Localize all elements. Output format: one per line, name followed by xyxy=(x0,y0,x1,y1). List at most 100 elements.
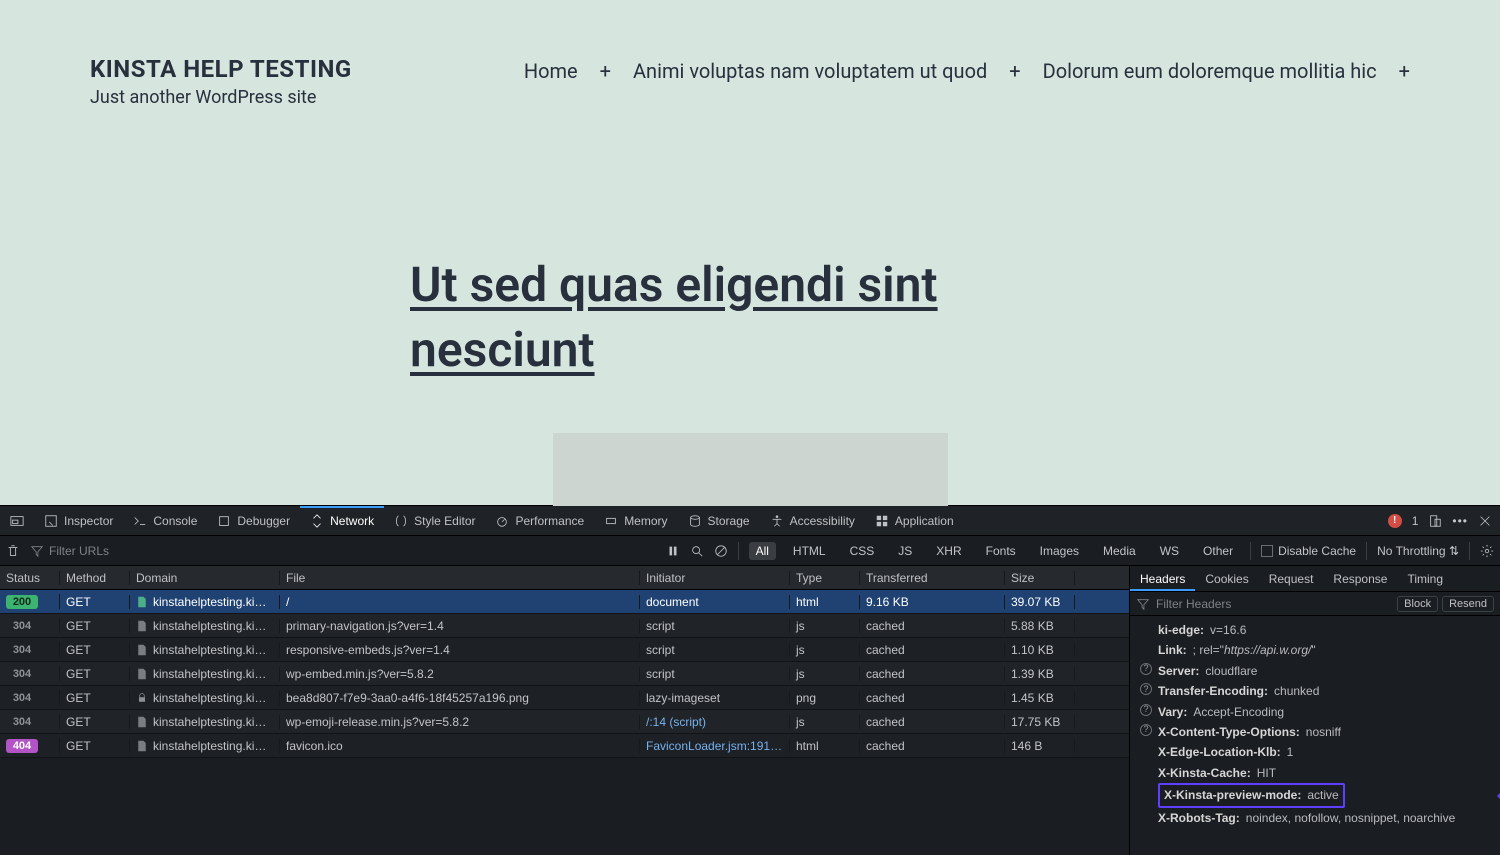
site-title[interactable]: KINSTA HELP TESTING xyxy=(90,55,352,83)
response-header-row: ?Transfer-Encoding:chunked xyxy=(1158,681,1492,701)
tab-accessibility[interactable]: Accessibility xyxy=(760,506,865,535)
network-main: Status Method Domain File Initiator Type… xyxy=(0,566,1500,855)
filter-js[interactable]: JS xyxy=(891,542,919,560)
filter-urls-input[interactable]: Filter URLs xyxy=(30,544,109,558)
response-header-row: ?Vary:Accept-Encoding xyxy=(1158,702,1492,722)
col-method[interactable]: Method xyxy=(60,571,130,585)
tab-application-label: Application xyxy=(895,514,954,528)
filter-fonts[interactable]: Fonts xyxy=(979,542,1023,560)
col-size[interactable]: Size xyxy=(1005,571,1075,585)
throttling-select[interactable]: No Throttling ⇅ xyxy=(1377,544,1459,558)
cell-domain: kinstahelptesting.ki… xyxy=(130,691,280,705)
filter-headers-input[interactable]: Filter Headers xyxy=(1156,597,1231,611)
cell-initiator[interactable]: /:14 (script) xyxy=(640,715,790,729)
cell-status: 304 xyxy=(0,690,60,705)
cell-status: 304 xyxy=(0,714,60,729)
info-icon[interactable]: ? xyxy=(1140,724,1152,736)
cell-size: 1.45 KB xyxy=(1005,691,1075,705)
cell-domain: kinstahelptesting.ki… xyxy=(130,595,280,609)
block-icon[interactable] xyxy=(714,544,728,558)
error-count[interactable]: 1 xyxy=(1412,514,1419,528)
error-count-icon[interactable]: ! xyxy=(1388,514,1402,528)
pause-icon[interactable] xyxy=(666,544,680,558)
response-headers-list: ki-edge:v=16.6Link:; rel="https://api.w.… xyxy=(1130,616,1500,855)
block-button[interactable]: Block xyxy=(1397,596,1438,612)
table-row[interactable]: 304GETkinstahelptesting.ki…responsive-em… xyxy=(0,638,1129,662)
cell-initiator: script xyxy=(640,643,790,657)
col-type[interactable]: Type xyxy=(790,571,860,585)
cell-size: 39.07 KB xyxy=(1005,595,1075,609)
filter-ws[interactable]: WS xyxy=(1153,542,1186,560)
search-icon[interactable] xyxy=(690,544,704,558)
header-value: Accept-Encoding xyxy=(1193,702,1284,722)
submenu-toggle[interactable]: + xyxy=(600,59,611,83)
tab-application[interactable]: Application xyxy=(865,506,964,535)
response-header-row: X-Edge-Location-Klb:1 xyxy=(1158,742,1492,762)
nav-home[interactable]: Home xyxy=(524,59,578,83)
iframe-picker-button[interactable] xyxy=(0,506,34,535)
details-tab-timing[interactable]: Timing xyxy=(1397,566,1453,591)
tab-style-editor[interactable]: Style Editor xyxy=(384,506,485,535)
table-row[interactable]: 404GETkinstahelptesting.ki…favicon.icoFa… xyxy=(0,734,1129,758)
tab-performance[interactable]: Performance xyxy=(485,506,594,535)
tab-network[interactable]: Network xyxy=(300,506,384,535)
close-devtools-icon[interactable] xyxy=(1478,514,1492,528)
disable-cache-checkbox[interactable]: Disable Cache xyxy=(1261,544,1356,558)
header-value: v=16.6 xyxy=(1210,620,1246,640)
nav-item-1[interactable]: Animi voluptas nam voluptatem ut quod xyxy=(633,59,987,83)
submenu-toggle[interactable]: + xyxy=(1009,59,1020,83)
header-value: ; rel="https://api.w.org/" xyxy=(1193,640,1316,660)
details-tabs: Headers Cookies Request Response Timing xyxy=(1130,566,1500,592)
header-value: 1 xyxy=(1287,742,1294,762)
resend-button[interactable]: Resend xyxy=(1442,596,1494,612)
col-status[interactable]: Status xyxy=(0,571,60,585)
header-name: Server: xyxy=(1158,661,1199,681)
col-file[interactable]: File xyxy=(280,571,640,585)
featured-image-placeholder xyxy=(553,433,948,510)
site-header: KINSTA HELP TESTING Just another WordPre… xyxy=(90,55,1410,108)
col-transferred[interactable]: Transferred xyxy=(860,571,1005,585)
filter-other[interactable]: Other xyxy=(1196,542,1240,560)
tab-memory[interactable]: Memory xyxy=(594,506,677,535)
post-title-link[interactable]: Ut sed quas eligendi sint nesciunt xyxy=(410,253,1090,383)
cell-method: GET xyxy=(60,715,130,729)
filter-images[interactable]: Images xyxy=(1033,542,1086,560)
info-icon[interactable]: ? xyxy=(1140,663,1152,675)
tab-debugger[interactable]: Debugger xyxy=(207,506,300,535)
table-row[interactable]: 304GETkinstahelptesting.ki…primary-navig… xyxy=(0,614,1129,638)
tab-console[interactable]: Console xyxy=(123,506,207,535)
table-row[interactable]: 200GETkinstahelptesting.ki…/documenthtml… xyxy=(0,590,1129,614)
table-row[interactable]: 304GETkinstahelptesting.ki…bea8d807-f7e9… xyxy=(0,686,1129,710)
details-tab-headers[interactable]: Headers xyxy=(1130,566,1195,591)
filter-all[interactable]: All xyxy=(749,542,776,560)
details-tab-request[interactable]: Request xyxy=(1259,566,1324,591)
kebab-menu-icon[interactable]: ••• xyxy=(1452,514,1468,528)
trash-icon[interactable] xyxy=(6,544,20,558)
header-value: cloudflare xyxy=(1205,661,1257,681)
cell-size: 17.75 KB xyxy=(1005,715,1075,729)
col-initiator[interactable]: Initiator xyxy=(640,571,790,585)
devtools-right-controls: ! 1 ••• xyxy=(1388,514,1500,528)
filter-media[interactable]: Media xyxy=(1096,542,1143,560)
info-icon[interactable]: ? xyxy=(1140,683,1152,695)
cell-transferred: cached xyxy=(860,619,1005,633)
rdm-toggle-icon[interactable] xyxy=(1428,514,1442,528)
details-tab-cookies[interactable]: Cookies xyxy=(1195,566,1258,591)
submenu-toggle[interactable]: + xyxy=(1399,59,1410,83)
info-icon[interactable]: ? xyxy=(1140,704,1152,716)
cell-type: html xyxy=(790,595,860,609)
tab-storage[interactable]: Storage xyxy=(678,506,760,535)
filter-xhr[interactable]: XHR xyxy=(929,542,968,560)
cell-method: GET xyxy=(60,739,130,753)
gear-icon[interactable] xyxy=(1480,544,1494,558)
details-tab-response[interactable]: Response xyxy=(1323,566,1397,591)
tab-inspector[interactable]: Inspector xyxy=(34,506,123,535)
nav-item-2[interactable]: Dolorum eum doloremque mollitia hic xyxy=(1043,59,1377,83)
filter-html[interactable]: HTML xyxy=(786,542,833,560)
tab-memory-label: Memory xyxy=(624,514,667,528)
col-domain[interactable]: Domain xyxy=(130,571,280,585)
table-row[interactable]: 304GETkinstahelptesting.ki…wp-embed.min.… xyxy=(0,662,1129,686)
table-row[interactable]: 304GETkinstahelptesting.ki…wp-emoji-rele… xyxy=(0,710,1129,734)
cell-initiator[interactable]: FaviconLoader.jsm:191 … xyxy=(640,739,790,753)
filter-css[interactable]: CSS xyxy=(843,542,882,560)
